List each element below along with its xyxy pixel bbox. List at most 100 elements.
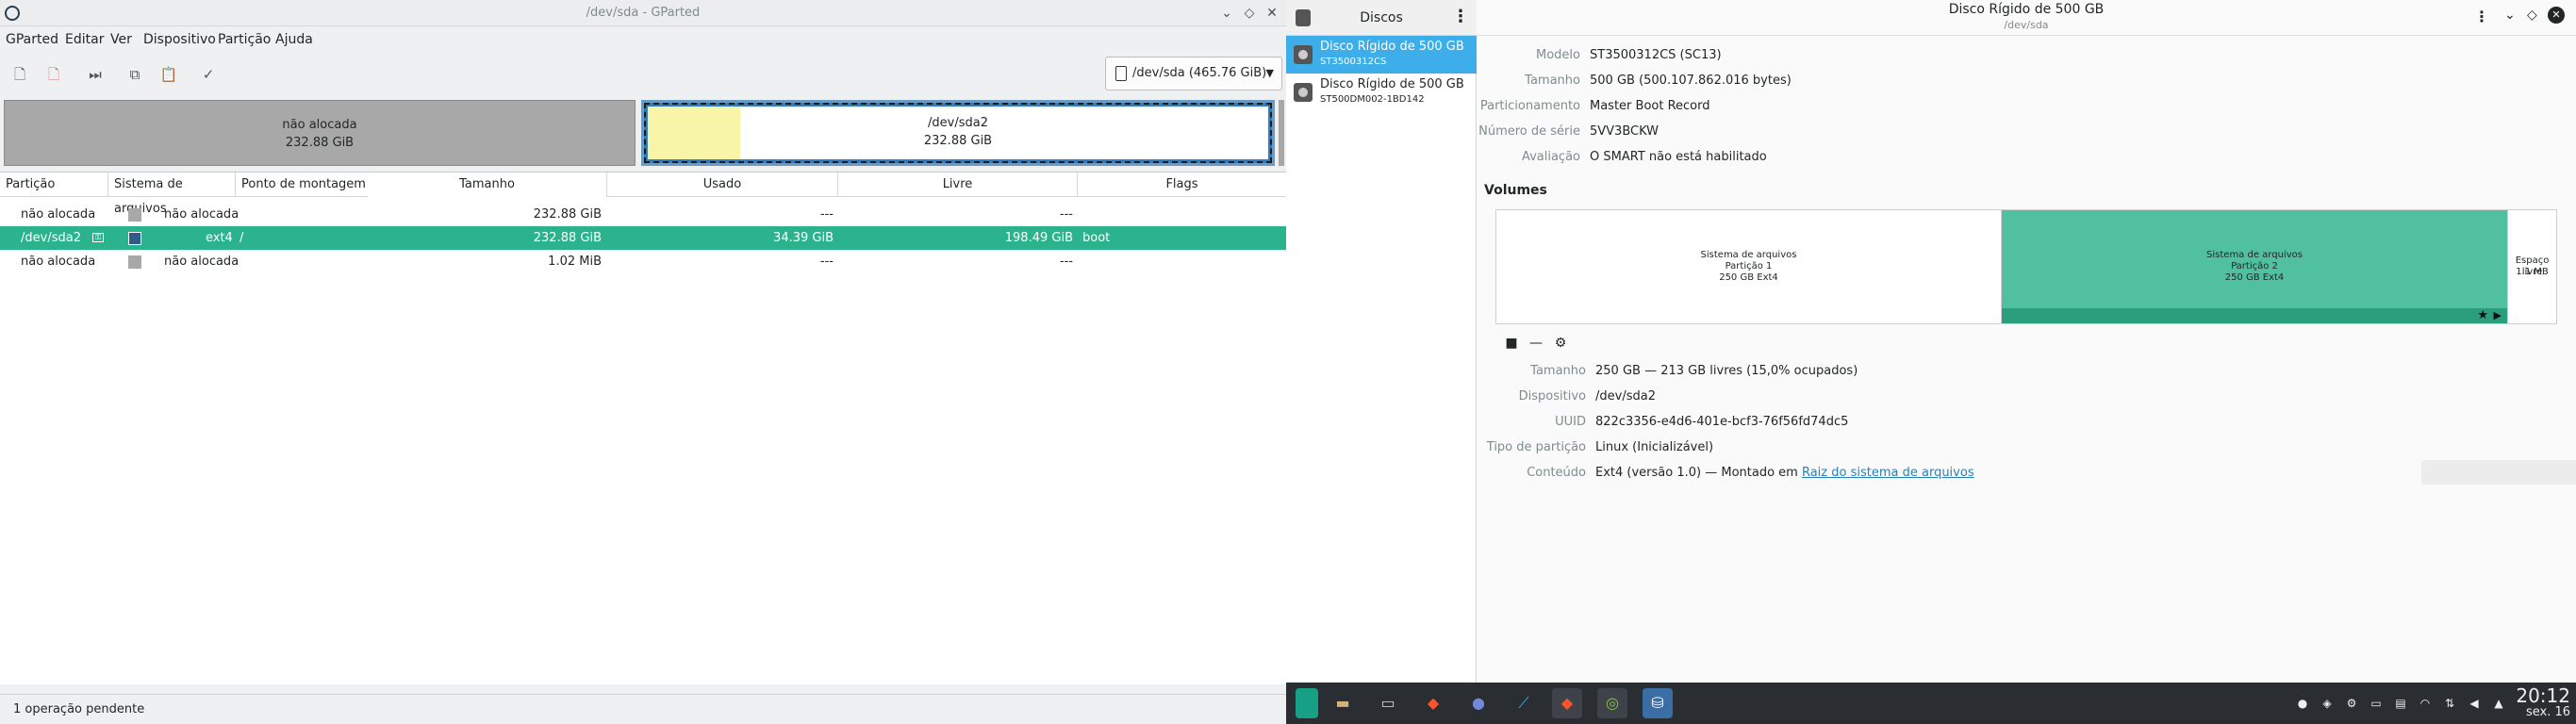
toolbar: 🗋 🗋 ⏭ ⧉ 📋 ✓ xyxy=(0,57,1286,94)
cell-partition: não alocada xyxy=(21,207,96,222)
table-row-selected[interactable]: /dev/sda2 ⚿ ext4 / 232.88 GiB 34.39 GiB … xyxy=(0,226,1286,250)
brave-window-icon[interactable]: ◆ xyxy=(1552,688,1582,718)
hard-drive-icon xyxy=(1294,45,1313,64)
file-manager-icon[interactable]: ▬ xyxy=(1328,688,1358,718)
taskbar: ▬ ▭ ◆ ● ⟋ ◆ ◎ ⛁ ● ◈ ⚙ ▭ ▤ ◠ ⇅ ◀ ▲ 20:12 … xyxy=(1286,683,2576,724)
sidebar-header: Discos ⋮ xyxy=(1286,0,1477,36)
statusbar: 1 operação pendente xyxy=(0,694,1286,724)
discord-icon[interactable]: ● xyxy=(1463,688,1494,718)
device-selector[interactable]: /dev/sda (465.76 GiB) ▼ xyxy=(1105,57,1282,90)
col-particao[interactable]: Partição xyxy=(0,173,108,197)
disk-details: Disco Rígido de 500 GB /dev/sda ⋮ ⌄ ◇ ✕ … xyxy=(1477,0,2576,683)
steam-tray-icon[interactable]: ⚙ xyxy=(2344,696,2359,711)
pending-operations-label[interactable]: 1 operação pendente xyxy=(13,702,144,716)
maximize-icon[interactable]: ◇ xyxy=(1241,5,1258,22)
volume-icon[interactable]: ◀ xyxy=(2467,696,2482,711)
drives-sidebar: Discos ⋮ Disco Rígido de 500 GB ST350031… xyxy=(1286,0,1477,683)
disk-menu-icon[interactable]: ⋮ xyxy=(2474,8,2489,25)
menu-ajuda[interactable]: Ajuda xyxy=(275,32,313,47)
diskmap-unalloc-size: 232.88 GiB xyxy=(285,136,355,150)
menu-ver[interactable]: Ver xyxy=(110,32,132,47)
drive-name: Disco Rígido de 500 GB xyxy=(1320,40,1464,54)
cell-size: 232.88 GiB xyxy=(533,231,602,245)
info-key-size: Tamanho xyxy=(1525,74,1580,88)
volume-free-space[interactable]: Espaço livre 1.1 MB xyxy=(2507,210,2556,323)
gparted-window-title: /dev/sda - GParted xyxy=(586,6,701,20)
col-livre[interactable]: Livre xyxy=(838,173,1078,197)
menu-editar[interactable]: Editar xyxy=(65,32,104,47)
app-launcher-icon[interactable] xyxy=(1296,688,1318,718)
disk-icon xyxy=(1115,65,1127,81)
col-tamanho[interactable]: Tamanho xyxy=(368,173,607,197)
menu-gparted[interactable]: GParted xyxy=(6,32,58,47)
col-usado[interactable]: Usado xyxy=(607,173,838,197)
table-row[interactable]: não alocada não alocada 1.02 MiB --- --- xyxy=(0,250,1286,273)
cell-size: 1.02 MiB xyxy=(548,255,602,269)
paste-icon[interactable]: 📋 xyxy=(157,62,181,87)
new-partition-icon[interactable]: 🗋 xyxy=(8,62,32,87)
cell-used: 34.39 GiB xyxy=(773,231,834,245)
diskmap-sda2[interactable]: /dev/sda2 232.88 GiB xyxy=(641,100,1275,166)
partition-table: Partição Sistema de arquivos Ponto de mo… xyxy=(0,172,1286,684)
drive-item-sda[interactable]: Disco Rígido de 500 GB ST3500312CS xyxy=(1286,36,1477,74)
disks-task-icon[interactable]: ⛁ xyxy=(1643,688,1673,718)
discord-tray-icon[interactable]: ● xyxy=(2295,696,2310,711)
brave-browser-icon[interactable]: ◆ xyxy=(1418,688,1448,718)
diskmap-unallocated[interactable]: não alocada 232.88 GiB xyxy=(4,100,636,166)
minimize-icon[interactable]: ⌄ xyxy=(1218,5,1235,22)
apply-icon[interactable]: ✓ xyxy=(196,62,221,87)
vol-label: 250 GB Ext4 xyxy=(1719,272,1778,283)
minus-icon[interactable]: — xyxy=(1526,334,1546,353)
minimize-icon[interactable]: ⌄ xyxy=(2504,8,2516,23)
maximize-icon[interactable]: ◇ xyxy=(2527,8,2537,23)
updates-tray-icon[interactable]: ⇅ xyxy=(2442,696,2457,711)
detail-val-device: /dev/sda2 xyxy=(1595,389,1656,403)
volume-partition-1[interactable]: Sistema de arquivos Partição 1 250 GB Ex… xyxy=(1496,210,2002,323)
vol-label: 250 GB Ext4 xyxy=(2224,272,2285,283)
info-val-size: 500 GB (500.107.862.016 bytes) xyxy=(1590,74,1792,88)
info-val-serial: 5VV3BCKW xyxy=(1590,124,1660,139)
copy-icon[interactable]: ⧉ xyxy=(123,62,147,87)
vscode-icon[interactable]: ⟋ xyxy=(1509,688,1539,718)
gparted-window: /dev/sda - GParted ⌄ ◇ ✕ GParted Editar … xyxy=(0,0,1286,724)
clock-date[interactable]: sex. 16 xyxy=(2526,705,2570,719)
detail-key-uuid: UUID xyxy=(1555,415,1586,429)
detail-val-size: 250 GB — 213 GB livres (15,0% ocupados) xyxy=(1595,364,1858,378)
col-flags[interactable]: Flags xyxy=(1078,173,1286,197)
shield-tray-icon[interactable]: ◈ xyxy=(2320,696,2335,711)
diskmap-tail-unallocated[interactable] xyxy=(1279,100,1284,166)
diskmap-sda2-label: /dev/sda2 xyxy=(928,116,988,130)
content-text: Ext4 (versão 1.0) — Montado em xyxy=(1595,466,1802,480)
terminal-icon[interactable]: ▭ xyxy=(1373,688,1403,718)
kebab-menu-icon[interactable]: ⋮ xyxy=(1452,7,1469,26)
close-icon[interactable]: ✕ xyxy=(2548,7,2565,24)
resize-move-icon[interactable]: ⏭ xyxy=(83,62,107,87)
cell-fs: ext4 xyxy=(206,231,233,245)
info-key-partitioning: Particionamento xyxy=(1479,99,1580,113)
drive-item-sdb[interactable]: Disco Rígido de 500 GB ST500DM002-1BD142 xyxy=(1286,74,1477,111)
cell-free: --- xyxy=(1059,207,1073,222)
gears-icon[interactable]: ⚙ xyxy=(1550,334,1571,353)
cell-free: --- xyxy=(1059,255,1073,269)
clipboard-tray-icon[interactable]: ▤ xyxy=(2393,696,2408,711)
network-wifi-icon[interactable]: ◠ xyxy=(2418,696,2433,711)
table-row[interactable]: não alocada não alocada 232.88 GiB --- -… xyxy=(0,203,1286,226)
col-sistema-arquivos[interactable]: Sistema de arquivos xyxy=(108,173,236,216)
fs-color-swatch xyxy=(128,208,141,222)
volume-partition-2[interactable]: Sistema de arquivos Partição 2 250 GB Ex… xyxy=(2002,210,2507,323)
diskmap-unalloc-label: não alocada xyxy=(282,118,357,132)
cell-free: 198.49 GiB xyxy=(1004,231,1073,245)
detail-val-type: Linux (Inicializável) xyxy=(1595,440,1714,454)
clock-time[interactable]: 20:12 xyxy=(2516,684,2570,707)
delete-partition-icon[interactable]: 🗋 xyxy=(41,62,66,87)
mount-point-link[interactable]: Raiz do sistema de arquivos xyxy=(1802,466,1974,480)
chevron-down-icon: ▼ xyxy=(1265,67,1274,79)
gparted-task-icon[interactable]: ◎ xyxy=(1597,688,1627,718)
expand-tray-icon[interactable]: ▲ xyxy=(2491,696,2506,711)
menu-dispositivo[interactable]: Dispositivo xyxy=(143,32,216,47)
stop-icon[interactable]: ■ xyxy=(1501,334,1522,353)
display-tray-icon[interactable]: ▭ xyxy=(2369,696,2384,711)
vol-label: Sistema de arquivos xyxy=(2206,250,2303,260)
close-icon[interactable]: ✕ xyxy=(1263,5,1280,22)
menu-particao[interactable]: Partição xyxy=(218,32,271,47)
